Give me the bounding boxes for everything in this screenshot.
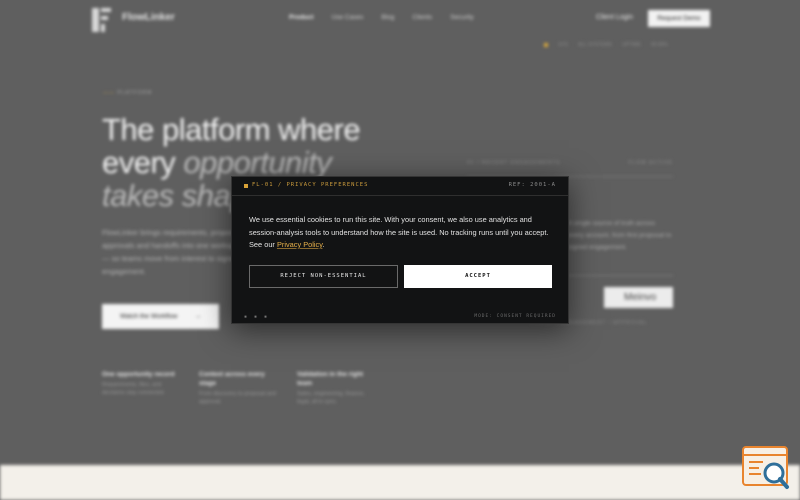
request-demo-button[interactable]: Request Demo xyxy=(648,10,710,27)
eyebrow-label: PLATFORM xyxy=(117,90,153,96)
status-item: SYS xyxy=(558,42,569,48)
search-icon xyxy=(742,446,789,489)
hero-title-line: every opportunity xyxy=(102,146,422,179)
hero-title-italic: opportunity xyxy=(183,145,332,180)
panel-header-right: FLOW ACTIVE xyxy=(628,160,673,166)
watch-workflow-button[interactable]: Watch the Workflow → xyxy=(102,304,219,329)
feature-desc: From discovery to proposal and approval. xyxy=(199,391,277,405)
status-strip: SYS ALL SYSTEMS UPTIME 99.99% xyxy=(544,42,668,48)
nav-link-clients[interactable]: Clients xyxy=(412,14,432,21)
client-login-link[interactable]: Client Login xyxy=(596,14,633,21)
panel-header: 01 / RECENT ENGAGEMENTS FLOW ACTIVE xyxy=(467,160,673,177)
dialog-title: FL-01 / PRIVACY PREFERENCES xyxy=(252,182,369,188)
dialog-ref: REF: 2001-A xyxy=(508,182,556,188)
hero-copy: FlowLinker brings requirements, proposal… xyxy=(102,228,247,276)
feature-item: Context across every stage From discover… xyxy=(199,370,281,406)
status-dot-icon xyxy=(244,184,248,188)
dialog-header: FL-01 / PRIVACY PREFERENCES REF: 2001-A xyxy=(232,177,568,196)
brand-name: FlowLinker xyxy=(122,12,175,23)
search-widget-button[interactable] xyxy=(741,445,791,490)
nav-links: Product Use Cases Blog Clients Security xyxy=(289,14,474,21)
dialog-body: We use essential cookies to run this sit… xyxy=(249,214,549,252)
dialog-body-end: . xyxy=(322,240,325,249)
watch-workflow-label: Watch the Workflow xyxy=(120,313,178,320)
arrow-right-icon: → xyxy=(194,313,202,320)
dialog-footer-marks: ▪ ▪ ▪ xyxy=(244,314,270,320)
dialog-footer-mode: MODE: CONSENT REQUIRED xyxy=(474,314,556,319)
nav-link-product[interactable]: Product xyxy=(289,14,314,21)
feature-item: Validation in the right team Sales, engi… xyxy=(297,370,379,406)
nav-link-security[interactable]: Security xyxy=(450,14,473,21)
feature-desc: Requirements, files, and decisions stay … xyxy=(102,382,165,396)
feature-item: One opportunity record Requirements, fil… xyxy=(102,370,184,397)
client-logo: Meinvo xyxy=(604,287,673,308)
hero-title-word: every xyxy=(102,145,184,180)
accept-button[interactable]: ACCEPT xyxy=(404,265,552,288)
panel-header-left: 01 / RECENT ENGAGEMENTS xyxy=(467,160,561,166)
feature-desc: Sales, engineering, finance, legal, all … xyxy=(297,391,365,405)
hero-title-line: The platform where xyxy=(102,112,361,147)
status-dot-icon xyxy=(544,43,548,47)
hero-eyebrow: —— PLATFORM xyxy=(103,90,152,96)
privacy-policy-link[interactable]: Privacy Policy xyxy=(277,240,322,249)
nav-link-blog[interactable]: Blog xyxy=(381,14,394,21)
status-item: 99.99% xyxy=(650,42,668,48)
logo-icon xyxy=(92,8,112,32)
feature-title: Context across every stage xyxy=(199,371,265,387)
reject-non-essential-button[interactable]: REJECT NON-ESSENTIAL xyxy=(249,265,398,288)
feature-title: Validation in the right team xyxy=(297,371,364,387)
top-nav: FlowLinker Product Use Cases Blog Client… xyxy=(0,0,800,38)
footer-band xyxy=(0,465,800,500)
eyebrow-accent: —— xyxy=(103,90,115,96)
status-item: ALL SYSTEMS xyxy=(578,42,613,48)
nav-link-use-cases[interactable]: Use Cases xyxy=(332,14,364,21)
feature-title: One opportunity record xyxy=(102,371,175,378)
cookie-consent-dialog: FL-01 / PRIVACY PREFERENCES REF: 2001-A … xyxy=(231,176,569,324)
panel-copy: A single source of truth across every ac… xyxy=(568,220,672,251)
status-item: UPTIME xyxy=(622,42,641,48)
